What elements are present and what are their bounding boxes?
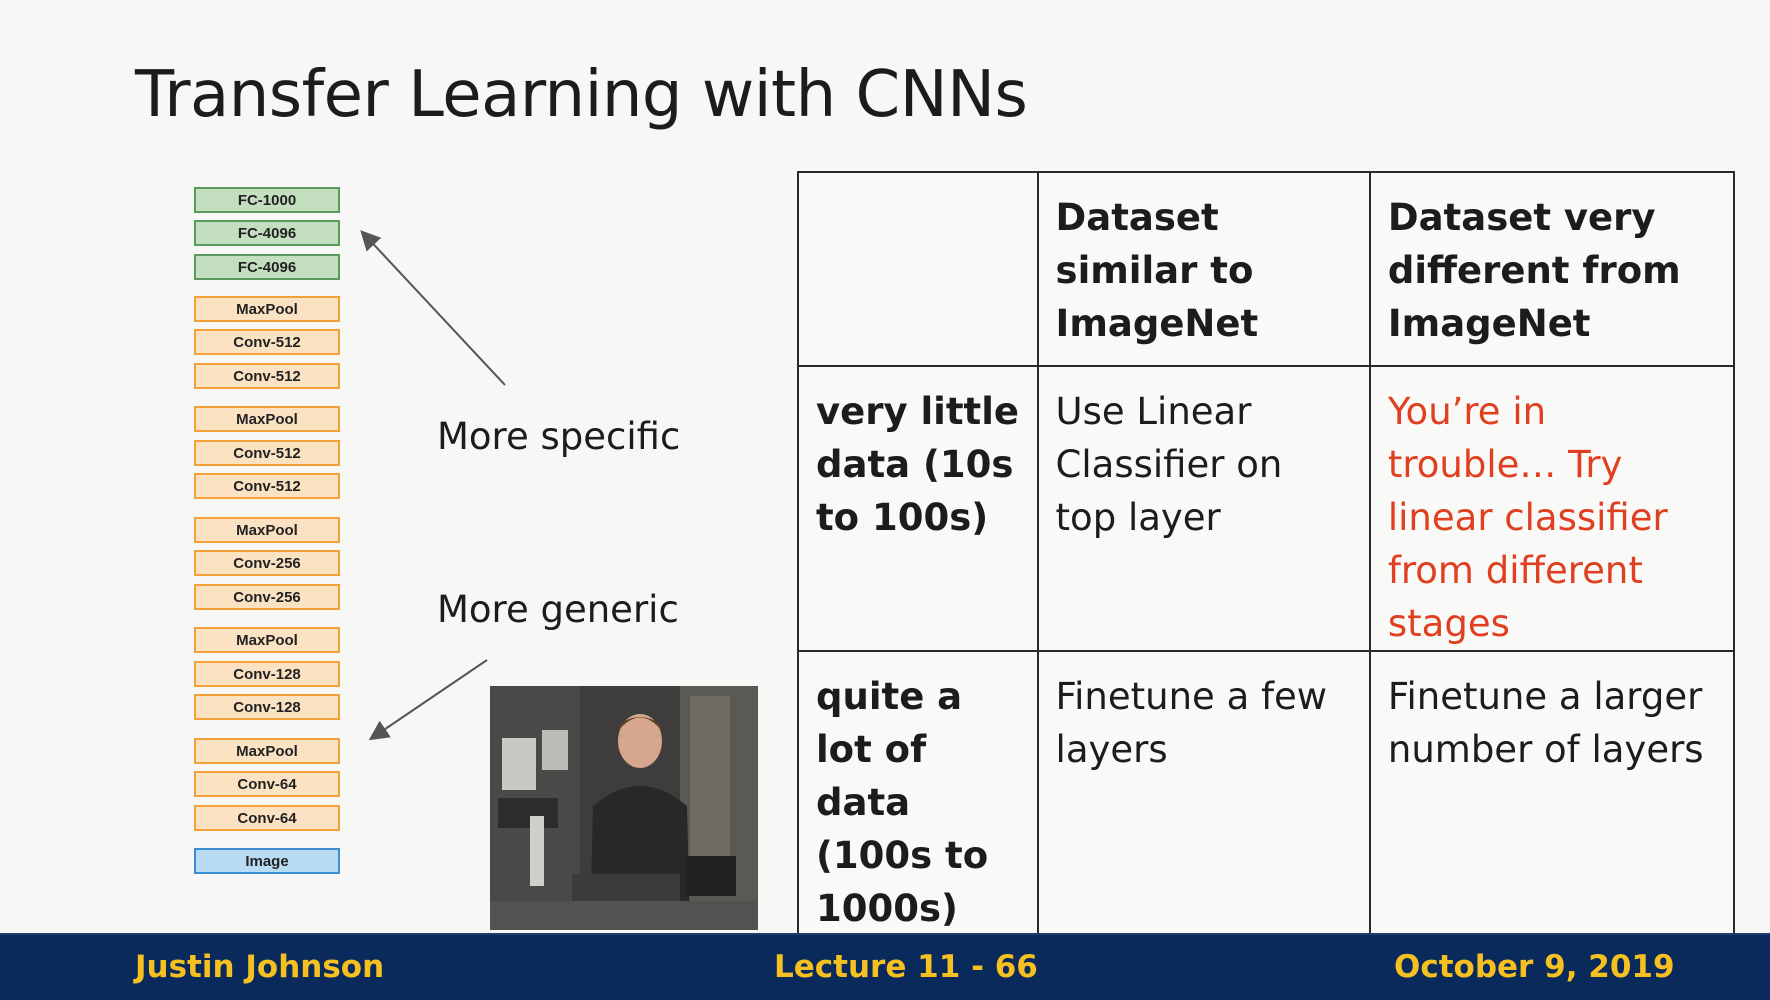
- arrow-down: [368, 659, 488, 741]
- cell-little-different: You’re in trouble… Try linear classifier…: [1368, 365, 1736, 652]
- arrow-up: [360, 230, 506, 386]
- footer-date: October 9, 2019: [1394, 949, 1675, 985]
- more-specific-label: More specific: [437, 415, 681, 458]
- cell-little-similar: Use Linear Classifier on top layer: [1036, 365, 1371, 652]
- cell-lot-different: Finetune a larger number of layers: [1368, 650, 1736, 937]
- transfer-table: Dataset similar to ImageNet Dataset very…: [797, 171, 1736, 937]
- table-corner-cell: [797, 171, 1039, 367]
- header-different: Dataset very different from ImageNet: [1368, 171, 1736, 367]
- table-header-row: Dataset similar to ImageNet Dataset very…: [797, 171, 1736, 367]
- more-generic-label: More generic: [437, 588, 679, 631]
- table-row: very little data (10s to 100s) Use Linea…: [797, 365, 1736, 652]
- cell-lot-similar: Finetune a few layers: [1036, 650, 1371, 937]
- row-label-lot-data: quite a lot of data (100s to 1000s): [797, 650, 1039, 937]
- slide: Transfer Learning with CNNs FC-1000 FC-40…: [0, 0, 1770, 937]
- footer-author: Justin Johnson: [135, 949, 385, 985]
- presenter-video: [490, 686, 758, 930]
- row-label-little-data: very little data (10s to 100s): [797, 365, 1039, 652]
- footer-lecture: Lecture 11 - 66: [774, 949, 1038, 985]
- header-similar: Dataset similar to ImageNet: [1036, 171, 1371, 367]
- footer-bar: Justin Johnson Lecture 11 - 66 October 9…: [0, 933, 1770, 1000]
- table-row: quite a lot of data (100s to 1000s) Fine…: [797, 650, 1736, 937]
